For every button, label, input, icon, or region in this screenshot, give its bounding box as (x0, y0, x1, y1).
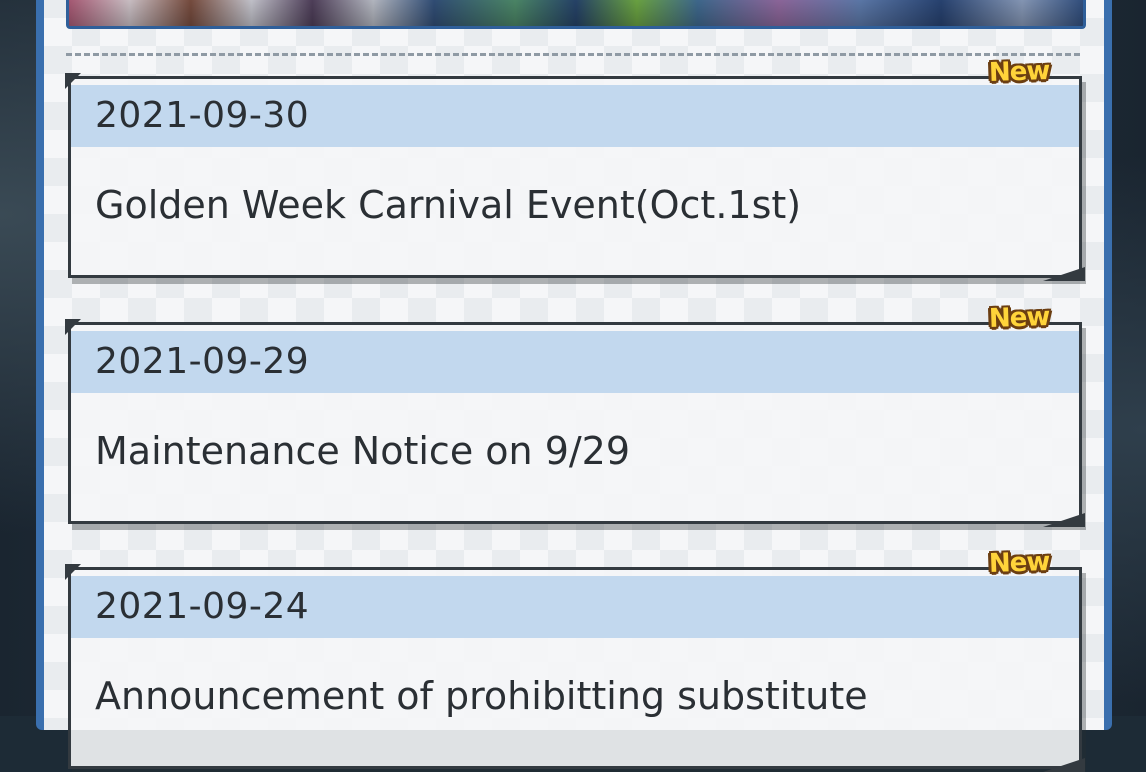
notice-date-bar: 2021-09-29 (71, 331, 1079, 393)
dashed-divider (66, 53, 1080, 56)
notice-date: 2021-09-30 (95, 95, 310, 136)
notice-date: 2021-09-24 (95, 586, 310, 627)
event-banner-image[interactable] (66, 0, 1086, 29)
notice-date: 2021-09-29 (95, 341, 310, 382)
new-badge: New (988, 55, 1050, 89)
notice-card[interactable]: 2021-09-29 Maintenance Notice on 9/29 Ne… (65, 302, 1085, 527)
notice-date-bar: 2021-09-24 (71, 576, 1079, 638)
notice-title: Golden Week Carnival Event(Oct.1st) (95, 183, 802, 227)
new-badge: New (988, 546, 1050, 580)
notice-card[interactable]: 2021-09-30 Golden Week Carnival Event(Oc… (65, 56, 1085, 281)
notice-title: Maintenance Notice on 9/29 (95, 429, 631, 473)
notice-card[interactable]: 2021-09-24 Announcement of prohibitting … (65, 547, 1085, 772)
notice-date-bar: 2021-09-30 (71, 85, 1079, 147)
notice-title: Announcement of prohibitting substitute (95, 674, 868, 718)
new-badge: New (988, 301, 1050, 335)
